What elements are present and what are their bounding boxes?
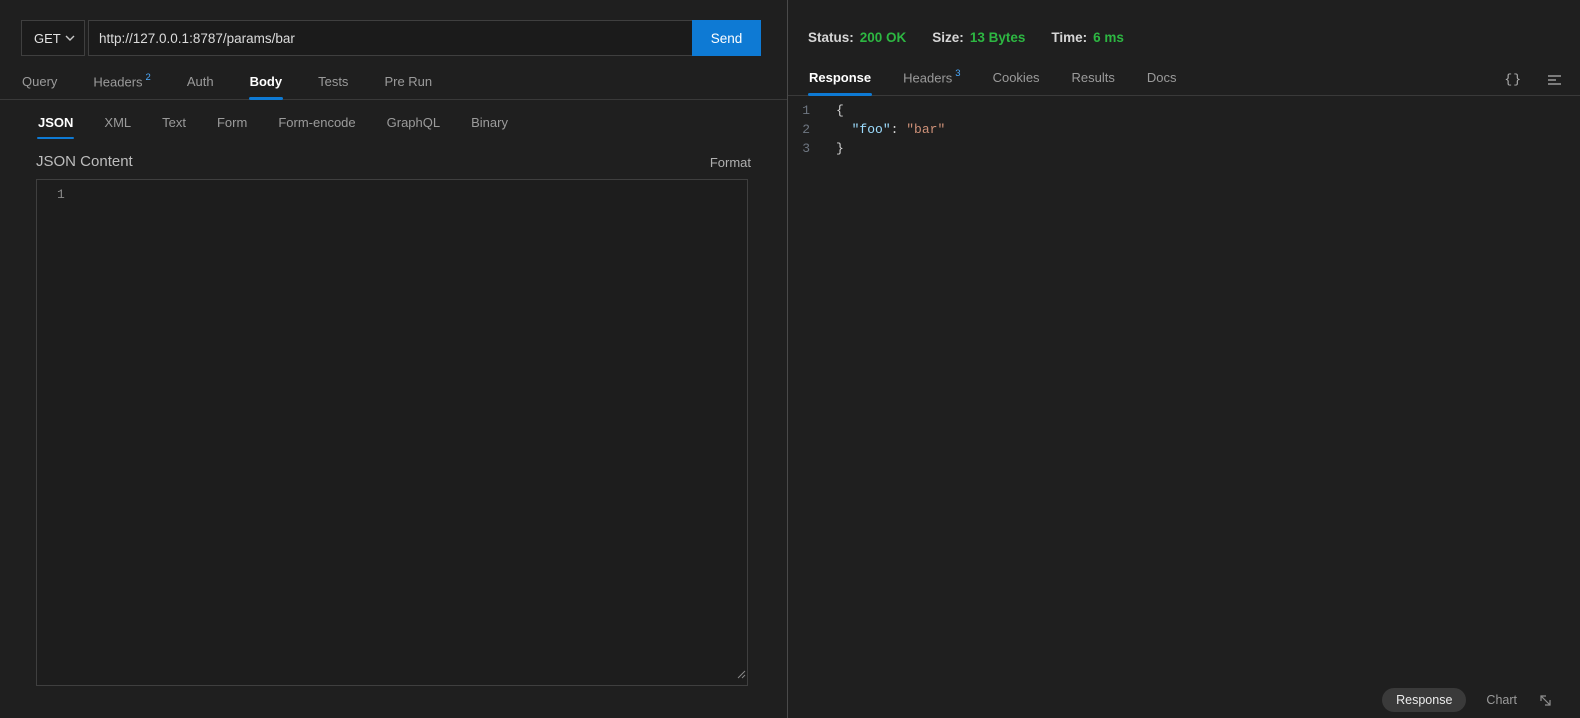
footer-response-toggle[interactable]: Response	[1382, 688, 1467, 712]
time-group: Time: 6 ms	[1051, 30, 1124, 45]
indent-token	[836, 122, 852, 137]
status-group: Status: 200 OK	[808, 30, 906, 45]
method-select[interactable]: GET	[21, 20, 85, 56]
chevron-down-icon	[65, 35, 75, 42]
tab-pre-run[interactable]: Pre Run	[383, 66, 433, 99]
tab-auth[interactable]: Auth	[186, 66, 215, 99]
response-body-viewer[interactable]: 1 { 2 "foo": "bar" 3 }	[788, 96, 1580, 158]
time-label: Time:	[1051, 30, 1088, 45]
size-group: Size: 13 Bytes	[932, 30, 1025, 45]
expand-diagonal-icon[interactable]	[1537, 692, 1554, 709]
line-number: 1	[802, 103, 810, 119]
colon-token: :	[890, 122, 907, 138]
status-label: Status:	[808, 30, 854, 45]
body-tab-json[interactable]: JSON	[37, 115, 75, 140]
method-select-value: GET	[34, 30, 61, 46]
request-bar: GET Send	[21, 20, 761, 56]
tab-headers[interactable]: Headers 2	[92, 65, 151, 99]
json-content-header: JSON Content Format	[36, 153, 751, 170]
code-line: 2 "foo": "bar"	[788, 120, 1580, 139]
request-tabs: Query Headers 2 Auth Body Tests Pre Run	[0, 65, 787, 101]
tab-resp-headers-label: Headers	[903, 70, 953, 86]
resp-headers-count-badge: 3	[955, 68, 961, 79]
body-tab-xml[interactable]: XML	[103, 115, 132, 139]
tab-headers-label: Headers	[93, 74, 143, 90]
tab-cookies[interactable]: Cookies	[992, 62, 1041, 95]
tab-body[interactable]: Body	[248, 66, 284, 101]
time-value: 6 ms	[1093, 30, 1124, 45]
resize-handle-icon[interactable]	[734, 666, 746, 684]
tab-resp-headers[interactable]: Headers 3	[902, 61, 961, 95]
headers-count-badge: 2	[145, 72, 151, 83]
json-value-token: "bar"	[906, 122, 946, 138]
close-brace-token: }	[836, 141, 844, 157]
url-input[interactable]	[88, 20, 692, 56]
response-status-bar: Status: 200 OK Size: 13 Bytes Time: 6 ms	[788, 0, 1580, 45]
size-label: Size:	[932, 30, 964, 45]
line-number: 2	[802, 122, 810, 138]
tab-tests[interactable]: Tests	[317, 66, 349, 99]
request-panel: GET Send Query Headers2 Auth Body Tests …	[0, 0, 788, 718]
menu-icon[interactable]	[1546, 74, 1562, 86]
body-tab-text[interactable]: Text	[161, 115, 187, 139]
format-link[interactable]: Format	[710, 155, 751, 170]
response-footer-toggles: Response Chart	[1382, 688, 1554, 712]
body-type-tabs: JSON XML Text Form Form-encode GraphQL B…	[0, 100, 787, 140]
code-line: 1 {	[788, 101, 1580, 120]
footer-chart-toggle[interactable]: Chart	[1486, 693, 1517, 707]
json-content-label: JSON Content	[36, 153, 133, 171]
response-tabs: Response Headers 3 Cookies Results Docs {…	[788, 61, 1580, 97]
open-brace-token: {	[836, 103, 844, 119]
editor-line-number: 1	[57, 187, 65, 203]
json-body-editor[interactable]: 1	[36, 179, 748, 687]
body-tab-form[interactable]: Form	[216, 115, 248, 139]
send-button[interactable]: Send	[692, 20, 761, 56]
body-tab-form-encode[interactable]: Form-encode	[277, 115, 356, 139]
response-toolbar-icons: {}	[1504, 72, 1580, 95]
json-key-token: "foo"	[851, 122, 891, 138]
body-tab-graphql[interactable]: GraphQL	[386, 115, 441, 139]
response-panel: Status: 200 OK Size: 13 Bytes Time: 6 ms…	[788, 0, 1580, 718]
braces-icon[interactable]: {}	[1504, 72, 1522, 87]
tab-results[interactable]: Results	[1071, 62, 1116, 95]
status-value: 200 OK	[859, 30, 907, 45]
tab-response[interactable]: Response	[808, 62, 873, 97]
line-number: 3	[802, 141, 810, 157]
tab-query[interactable]: Query	[21, 66, 58, 99]
tab-docs[interactable]: Docs	[1146, 62, 1178, 95]
size-value: 13 Bytes	[969, 30, 1026, 45]
code-line: 3 }	[788, 139, 1580, 158]
body-tab-binary[interactable]: Binary	[470, 115, 509, 139]
